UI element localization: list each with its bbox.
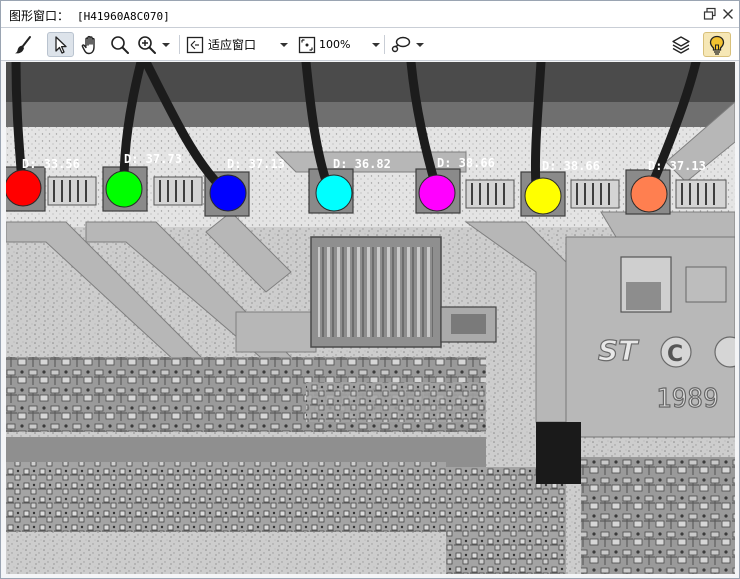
measurement-marker-3[interactable] (209, 174, 247, 212)
fit-mode-dropdown[interactable]: 适应窗口 (185, 32, 293, 57)
measurement-label-6: D: 38.66 (542, 159, 600, 173)
die-image: ST C 1989 D: 33.56 D: 37.73 D: 37.13 D: … (6, 62, 735, 574)
measurement-marker-5[interactable] (418, 174, 456, 212)
zoom-level-dropdown[interactable]: 100% (297, 32, 381, 57)
select-tool-button[interactable] (47, 32, 74, 57)
magnifier-icon (110, 35, 129, 54)
measurement-marker-7[interactable] (630, 175, 668, 213)
zoom-level-icon (298, 36, 316, 53)
restore-window-icon[interactable] (701, 5, 719, 23)
measurement-label-4: D: 36.82 (333, 157, 391, 171)
chevron-down-icon (162, 42, 170, 47)
close-icon[interactable] (719, 5, 737, 23)
measurement-label-5: D: 38.66 (437, 156, 495, 170)
zoom-tool-button[interactable] (107, 32, 132, 57)
zoom-level-label: 100% (319, 38, 351, 51)
measurement-label-7: D: 37.13 (648, 159, 706, 173)
layers-button[interactable] (668, 32, 694, 57)
hand-icon (81, 35, 95, 54)
hint-button[interactable] (703, 32, 731, 57)
measurement-label-2: D: 37.73 (124, 152, 182, 166)
chip-logo: ST (598, 334, 639, 367)
roi-shape-dropdown[interactable] (389, 32, 427, 57)
measurement-label-3: D: 37.13 (227, 157, 285, 171)
fit-mode-label: 适应窗口 (208, 38, 257, 52)
window-title-label: 图形窗口： (9, 9, 70, 23)
lasso-icon (391, 36, 411, 52)
zoom-in-tool-button[interactable] (135, 32, 175, 57)
chevron-down-icon (416, 42, 424, 47)
measurement-marker-1[interactable] (6, 169, 42, 207)
layers-icon (672, 35, 690, 54)
pan-tool-button[interactable] (78, 32, 103, 57)
fit-window-icon (186, 36, 204, 53)
chip-copyright-mark: C (667, 342, 683, 367)
window-id: [H41960A8C070] (77, 10, 170, 23)
toolbar-divider (179, 35, 180, 54)
brush-tool-button[interactable] (11, 32, 36, 57)
chip-year: 1989 (656, 384, 719, 414)
measurement-label-1: D: 33.56 (22, 157, 80, 171)
toolbar-divider (384, 35, 385, 54)
pointer-icon (54, 35, 67, 54)
lightbulb-icon (709, 35, 725, 55)
brush-icon (14, 35, 31, 53)
window-title: 图形窗口： [H41960A8C070] (9, 7, 170, 24)
measurement-marker-6[interactable] (524, 177, 562, 215)
title-bar: 图形窗口： [H41960A8C070] (1, 1, 739, 28)
measurement-marker-2[interactable] (105, 170, 143, 208)
image-viewport[interactable]: ST C 1989 D: 33.56 D: 37.73 D: 37.13 D: … (6, 62, 735, 574)
toolbar: 适应窗口 100% (1, 28, 739, 61)
chevron-down-icon (280, 42, 289, 47)
chevron-down-icon (372, 42, 381, 47)
measurement-marker-4[interactable] (315, 174, 353, 212)
zoom-in-icon (138, 35, 156, 54)
graphics-window: 图形窗口： [H41960A8C070] 适应窗口 100% ST C 1989… (0, 0, 740, 579)
